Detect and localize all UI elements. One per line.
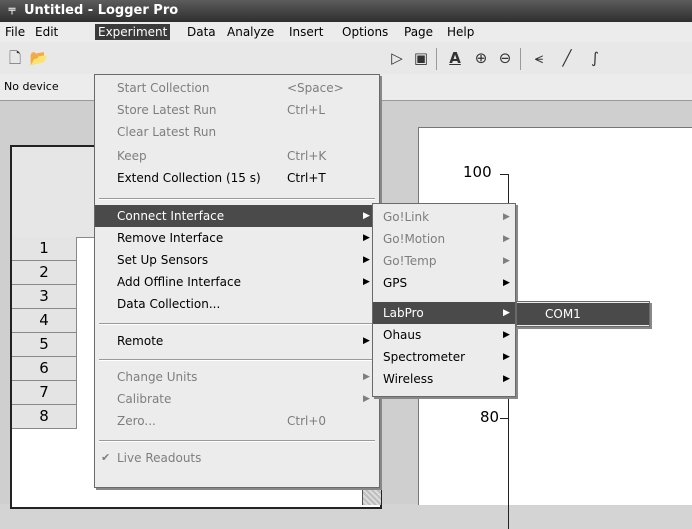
menu-item-zero[interactable]: Zero... Ctrl+0 bbox=[95, 410, 379, 432]
logger-pro-app-icon: ⫧ bbox=[8, 3, 16, 18]
submenu-item-gomotion[interactable]: Go!Motion ▶ bbox=[373, 228, 515, 250]
menu-item-start-collection[interactable]: Start Collection <Space> bbox=[95, 77, 379, 99]
insert-column-icon[interactable]: ▷ bbox=[386, 48, 408, 68]
submenu-arrow-icon: ▶ bbox=[363, 255, 370, 265]
title-bar: ⫧ Untitled - Logger Pro bbox=[0, 0, 692, 22]
menu-item-remote[interactable]: Remote ▶ bbox=[95, 330, 379, 352]
menu-edit[interactable]: Edit bbox=[32, 24, 61, 40]
menu-item-connect-interface[interactable]: Connect Interface ▶ bbox=[95, 205, 379, 227]
menu-separator bbox=[99, 440, 375, 442]
submenu-item-golink[interactable]: Go!Link ▶ bbox=[373, 206, 515, 228]
menu-separator bbox=[99, 359, 375, 361]
toolbar: 🗋 📂 ▷ ▣ A ⊕ ⊖ ⪪ ╱ ∫ bbox=[0, 42, 692, 75]
submenu-arrow-icon: ▶ bbox=[503, 234, 510, 244]
submenu-arrow-icon: ▶ bbox=[363, 211, 370, 221]
submenu-arrow-icon: ▶ bbox=[503, 308, 510, 318]
submenu-arrow-icon: ▶ bbox=[363, 372, 370, 382]
submenu-arrow-icon: ▶ bbox=[503, 278, 510, 288]
menu-data[interactable]: Data bbox=[184, 24, 219, 40]
menu-item-data-collection[interactable]: Data Collection... bbox=[95, 293, 379, 315]
menu-item-live-readouts[interactable]: ✔ Live Readouts bbox=[95, 447, 379, 469]
menu-item-clear-latest-run[interactable]: Clear Latest Run bbox=[95, 121, 379, 143]
submenu-arrow-icon: ▶ bbox=[363, 336, 370, 346]
menu-item-calibrate[interactable]: Calibrate ▶ bbox=[95, 388, 379, 410]
device-status: No device bbox=[4, 80, 59, 93]
submenu-arrow-icon: ▶ bbox=[503, 374, 510, 384]
menu-page[interactable]: Page bbox=[401, 24, 436, 40]
menu-analyze[interactable]: Analyze bbox=[224, 24, 277, 40]
new-file-icon[interactable]: 🗋 bbox=[4, 48, 26, 68]
menu-options[interactable]: Options bbox=[339, 24, 391, 40]
tangent-icon[interactable]: ╱ bbox=[556, 48, 578, 68]
open-folder-icon[interactable]: 📂 bbox=[28, 48, 50, 68]
integral-icon[interactable]: ∫ bbox=[584, 48, 606, 68]
submenu-item-labpro[interactable]: LabPro ▶ bbox=[373, 302, 515, 324]
table-row-number[interactable]: 8 bbox=[12, 405, 77, 429]
submenu-arrow-icon: ▶ bbox=[503, 352, 510, 362]
menu-item-add-offline-interface[interactable]: Add Offline Interface ▶ bbox=[95, 271, 379, 293]
menu-bar: File Edit Experiment Data Analyze Insert… bbox=[0, 22, 692, 43]
table-row-number[interactable]: 7 bbox=[12, 381, 77, 405]
submenu-arrow-icon: ▶ bbox=[363, 394, 370, 404]
menu-insert[interactable]: Insert bbox=[286, 24, 326, 40]
menu-file[interactable]: File bbox=[2, 24, 28, 40]
menu-separator bbox=[99, 323, 375, 325]
submenu-item-wireless[interactable]: Wireless ▶ bbox=[373, 368, 515, 390]
meter-icon[interactable]: ▣ bbox=[410, 48, 432, 68]
table-row-number[interactable]: 1 bbox=[12, 237, 77, 261]
menu-experiment[interactable]: Experiment bbox=[95, 24, 171, 40]
submenu-item-com1[interactable]: COM1 bbox=[517, 303, 649, 325]
toolbar-separator bbox=[520, 48, 521, 70]
submenu-arrow-icon: ▶ bbox=[503, 330, 510, 340]
toolbar-separator bbox=[436, 48, 437, 70]
submenu-arrow-icon: ▶ bbox=[363, 233, 370, 243]
window-title: Untitled - Logger Pro bbox=[24, 3, 179, 18]
submenu-item-gps[interactable]: GPS ▶ bbox=[373, 272, 515, 294]
menu-item-change-units[interactable]: Change Units ▶ bbox=[95, 366, 379, 388]
table-row-number[interactable]: 3 bbox=[12, 285, 77, 309]
autoscale-icon[interactable]: A bbox=[444, 48, 466, 68]
submenu-item-ohaus[interactable]: Ohaus ▶ bbox=[373, 324, 515, 346]
checkmark-icon: ✔ bbox=[101, 451, 111, 464]
submenu-arrow-icon: ▶ bbox=[503, 256, 510, 266]
submenu-arrow-icon: ▶ bbox=[503, 212, 510, 222]
y-tick-label-top: 100 bbox=[463, 163, 492, 181]
menu-help[interactable]: Help bbox=[444, 24, 477, 40]
table-row-number[interactable]: 4 bbox=[12, 309, 77, 333]
menu-item-store-latest-run[interactable]: Store Latest Run Ctrl+L bbox=[95, 99, 379, 121]
menu-item-extend-collection[interactable]: Extend Collection (15 s) Ctrl+T bbox=[95, 167, 379, 189]
examine-icon[interactable]: ⪪ bbox=[528, 48, 550, 68]
y-tick-label-mid: 80 bbox=[480, 408, 500, 426]
menu-separator bbox=[99, 198, 375, 200]
submenu-item-gotemp[interactable]: Go!Temp ▶ bbox=[373, 250, 515, 272]
zoom-out-icon[interactable]: ⊖ bbox=[494, 48, 516, 68]
experiment-menu: Start Collection <Space> Store Latest Ru… bbox=[94, 74, 380, 488]
table-row-number[interactable]: 2 bbox=[12, 261, 77, 285]
y-tick bbox=[500, 174, 508, 175]
menu-item-remove-interface[interactable]: Remove Interface ▶ bbox=[95, 227, 379, 249]
submenu-arrow-icon: ▶ bbox=[363, 277, 370, 287]
menu-item-set-up-sensors[interactable]: Set Up Sensors ▶ bbox=[95, 249, 379, 271]
labpro-submenu: COM1 bbox=[516, 301, 650, 327]
y-tick bbox=[500, 418, 508, 419]
menu-item-keep[interactable]: Keep Ctrl+K bbox=[95, 145, 379, 167]
connect-interface-submenu: Go!Link ▶ Go!Motion ▶ Go!Temp ▶ GPS ▶ La… bbox=[372, 203, 516, 397]
submenu-item-spectrometer[interactable]: Spectrometer ▶ bbox=[373, 346, 515, 368]
table-row-number[interactable]: 5 bbox=[12, 333, 77, 357]
table-row-number[interactable]: 6 bbox=[12, 357, 77, 381]
zoom-in-icon[interactable]: ⊕ bbox=[470, 48, 492, 68]
